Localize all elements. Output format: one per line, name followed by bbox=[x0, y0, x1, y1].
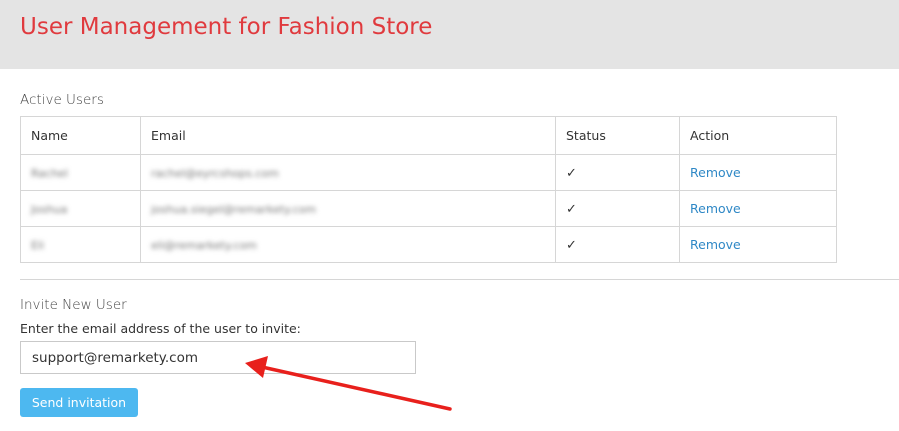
column-header-action: Action bbox=[679, 116, 837, 155]
user-status-cell: ✓ bbox=[555, 190, 680, 227]
checkmark-icon: ✓ bbox=[566, 237, 577, 253]
user-name: Rachel bbox=[31, 167, 68, 180]
user-email: rachel@eyrcshops.com bbox=[151, 167, 279, 180]
checkmark-icon: ✓ bbox=[566, 165, 577, 181]
invite-email-input[interactable] bbox=[20, 341, 416, 374]
user-name-cell: Joshua bbox=[20, 190, 141, 227]
user-email-cell: joshua.siegel@remarkety.com bbox=[140, 190, 556, 227]
active-users-table: Name Email Status Action Rachel rachel@e… bbox=[20, 116, 837, 263]
remove-user-link[interactable]: Remove bbox=[690, 237, 741, 252]
remove-user-link[interactable]: Remove bbox=[690, 201, 741, 216]
user-email: joshua.siegel@remarkety.com bbox=[151, 203, 317, 216]
user-status-cell: ✓ bbox=[555, 154, 680, 191]
user-name: Eli bbox=[31, 239, 45, 252]
table-row: Rachel rachel@eyrcshops.com ✓ Remove bbox=[20, 154, 837, 191]
table-row: Joshua joshua.siegel@remarkety.com ✓ Rem… bbox=[20, 190, 837, 227]
user-name-cell: Rachel bbox=[20, 154, 141, 191]
page-header: User Management for Fashion Store bbox=[0, 0, 899, 69]
active-users-title: Active Users bbox=[20, 92, 104, 108]
invite-user-title: Invite New User bbox=[20, 297, 127, 313]
user-action-cell: Remove bbox=[679, 154, 837, 191]
user-action-cell: Remove bbox=[679, 190, 837, 227]
user-status-cell: ✓ bbox=[555, 226, 680, 263]
user-name-cell: Eli bbox=[20, 226, 141, 263]
column-header-name: Name bbox=[20, 116, 141, 155]
user-name: Joshua bbox=[31, 203, 68, 216]
page-title: User Management for Fashion Store bbox=[20, 14, 433, 40]
table-header-row: Name Email Status Action bbox=[20, 116, 837, 155]
remove-user-link[interactable]: Remove bbox=[690, 165, 741, 180]
column-header-email: Email bbox=[140, 116, 556, 155]
user-email-cell: rachel@eyrcshops.com bbox=[140, 154, 556, 191]
column-header-status: Status bbox=[555, 116, 680, 155]
table-row: Eli eli@remarkety.com ✓ Remove bbox=[20, 226, 837, 263]
send-invitation-button[interactable]: Send invitation bbox=[20, 388, 138, 417]
user-action-cell: Remove bbox=[679, 226, 837, 263]
user-email: eli@remarkety.com bbox=[151, 239, 257, 252]
invite-email-label: Enter the email address of the user to i… bbox=[20, 321, 301, 336]
checkmark-icon: ✓ bbox=[566, 201, 577, 217]
user-email-cell: eli@remarkety.com bbox=[140, 226, 556, 263]
section-divider bbox=[20, 279, 899, 280]
